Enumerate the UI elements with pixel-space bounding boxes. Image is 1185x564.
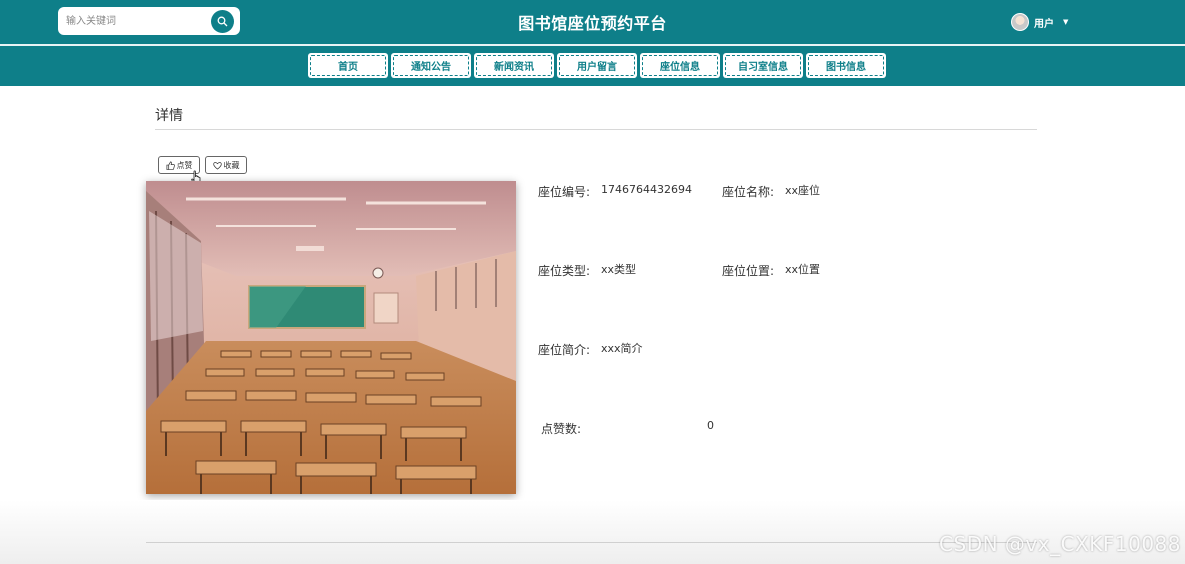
- seat-location-label: 座位位置:: [722, 264, 775, 278]
- avatar: [1011, 13, 1029, 31]
- favorite-button[interactable]: 收藏: [205, 156, 247, 174]
- nav-item-label: 图书信息: [826, 62, 866, 73]
- seat-name-label: 座位名称:: [722, 185, 775, 199]
- watermark: CSDN @vx_CXKF10088: [939, 532, 1181, 556]
- likes-value: 0: [707, 419, 714, 432]
- nav-item-label: 自习室信息: [738, 62, 788, 73]
- seat-intro-value: xxx简介: [601, 342, 643, 355]
- seat-type-label: 座位类型:: [538, 264, 591, 278]
- nav-item-study-rooms[interactable]: 自习室信息: [723, 53, 803, 78]
- top-header: 图书馆座位预约平台 用户 ▼ 首页 通知公告 新闻资讯 用户留言 座位信息 自习…: [0, 0, 1185, 86]
- nav-item-label: 用户留言: [577, 62, 617, 73]
- section-divider: [155, 129, 1037, 130]
- nav-item-news[interactable]: 新闻资讯: [474, 53, 554, 78]
- seat-location-value: xx位置: [785, 263, 821, 276]
- user-label: 用户: [1034, 18, 1054, 30]
- footer-divider: [146, 542, 1037, 543]
- seat-photo: [146, 181, 516, 494]
- seat-no-value: 1746764432694: [601, 183, 692, 196]
- caret-down-icon: ▼: [1063, 18, 1069, 26]
- favorite-label: 收藏: [223, 160, 240, 170]
- heart-icon: [212, 161, 222, 170]
- seat-name-value: xx座位: [785, 184, 821, 197]
- nav-item-seats[interactable]: 座位信息: [640, 53, 720, 78]
- seat-type-value: xx类型: [601, 263, 637, 276]
- seat-no-label: 座位编号:: [538, 185, 591, 199]
- nav-item-messages[interactable]: 用户留言: [557, 53, 637, 78]
- likes-label: 点赞数:: [541, 422, 582, 436]
- main-nav: 首页 通知公告 新闻资讯 用户留言 座位信息 自习室信息 图书信息: [308, 53, 886, 78]
- nav-item-label: 首页: [338, 62, 358, 73]
- section-title: 详情: [155, 108, 183, 124]
- like-label: 点赞: [176, 160, 193, 170]
- seat-intro-label: 座位简介:: [538, 343, 591, 357]
- nav-item-label: 座位信息: [660, 62, 700, 73]
- header-divider: [0, 44, 1185, 46]
- site-title: 图书馆座位预约平台: [518, 14, 667, 33]
- thumbs-up-icon: [166, 161, 175, 170]
- user-menu[interactable]: 用户 ▼: [1011, 12, 1068, 32]
- nav-item-books[interactable]: 图书信息: [806, 53, 886, 78]
- nav-item-label: 通知公告: [411, 62, 451, 73]
- nav-item-home[interactable]: 首页: [308, 53, 388, 78]
- nav-item-label: 新闻资讯: [494, 62, 534, 73]
- nav-item-notices[interactable]: 通知公告: [391, 53, 471, 78]
